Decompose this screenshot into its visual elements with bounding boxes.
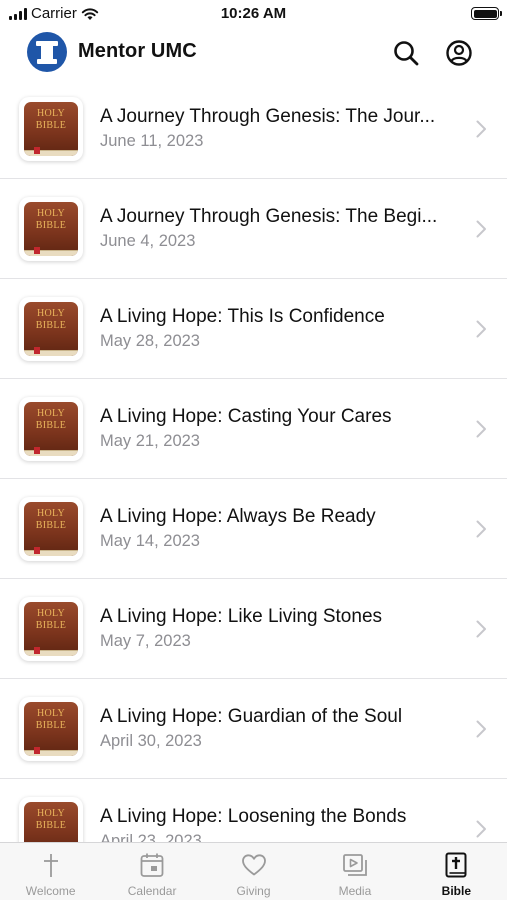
church-logo-icon xyxy=(27,32,67,72)
plan-title: A Living Hope: Always Be Ready xyxy=(100,506,376,527)
plan-date: May 28, 2023 xyxy=(100,332,200,350)
chevron-right-icon xyxy=(476,520,486,538)
tab-bible[interactable]: Bible xyxy=(406,843,507,900)
status-bar: Carrier 10:26 AM xyxy=(0,0,507,30)
chevron-right-icon xyxy=(476,720,486,738)
plan-title: A Living Hope: Loosening the Bonds xyxy=(100,806,407,827)
bible-book-icon: HOLY BIBLE xyxy=(24,702,78,756)
search-icon[interactable] xyxy=(392,39,420,67)
reading-plan-list: HOLY BIBLE A Journey Through Genesis: The… xyxy=(0,79,507,842)
chevron-right-icon xyxy=(476,120,486,138)
plan-thumbnail: HOLY BIBLE xyxy=(19,297,83,361)
plan-title: A Living Hope: Guardian of the Soul xyxy=(100,706,403,727)
plan-title: A Living Hope: This Is Confidence xyxy=(100,306,385,327)
status-time: 10:26 AM xyxy=(220,5,287,22)
plan-thumbnail: HOLY BIBLE xyxy=(19,97,83,161)
bible-book-icon: HOLY BIBLE xyxy=(24,202,78,256)
tab-bar: Welcome Calendar Giving Media Bible xyxy=(0,842,507,900)
plan-title: A Living Hope: Like Living Stones xyxy=(100,606,383,627)
plan-date: June 11, 2023 xyxy=(100,132,204,150)
list-item[interactable]: HOLY BIBLE A Journey Through Genesis: The… xyxy=(0,79,507,179)
plan-thumbnail: HOLY BIBLE xyxy=(19,697,83,761)
tab-label: Bible xyxy=(441,884,471,898)
tab-label: Giving xyxy=(236,884,271,898)
tab-giving[interactable]: Giving xyxy=(203,843,304,900)
bible-book-icon: HOLY BIBLE xyxy=(24,602,78,656)
chevron-right-icon xyxy=(476,620,486,638)
app-header: Mentor UMC xyxy=(0,30,507,86)
bible-book-icon: HOLY BIBLE xyxy=(24,502,78,556)
heart-icon xyxy=(241,854,266,876)
plan-date: June 4, 2023 xyxy=(100,232,196,250)
plan-date: April 23, 2023 xyxy=(100,832,202,842)
list-item[interactable]: HOLY BIBLE A Living Hope: Casting Your Ca… xyxy=(0,379,507,479)
bible-book-icon: HOLY BIBLE xyxy=(24,802,78,842)
plan-thumbnail: HOLY BIBLE xyxy=(19,597,83,661)
list-item[interactable]: HOLY BIBLE A Living Hope: Guardian of the… xyxy=(0,679,507,779)
bible-book-icon: HOLY BIBLE xyxy=(24,402,78,456)
app-title: Mentor UMC xyxy=(78,40,197,62)
calendar-icon xyxy=(140,853,164,877)
bible-book-icon: HOLY BIBLE xyxy=(24,102,78,156)
list-item[interactable]: HOLY BIBLE A Living Hope: Like Living Sto… xyxy=(0,579,507,679)
tab-welcome[interactable]: Welcome xyxy=(0,843,101,900)
plan-title: A Journey Through Genesis: The Begi... xyxy=(100,206,438,227)
battery-icon xyxy=(471,7,502,20)
plan-date: May 21, 2023 xyxy=(100,432,200,450)
account-icon[interactable] xyxy=(445,39,473,67)
tab-calendar[interactable]: Calendar xyxy=(101,843,202,900)
plan-thumbnail: HOLY BIBLE xyxy=(19,197,83,261)
plan-title: A Living Hope: Casting Your Cares xyxy=(100,406,392,427)
tab-label: Media xyxy=(338,884,372,898)
tab-label: Calendar xyxy=(127,884,177,898)
plan-date: May 7, 2023 xyxy=(100,632,191,650)
bible-icon xyxy=(445,852,467,878)
bible-book-icon: HOLY BIBLE xyxy=(24,302,78,356)
media-icon xyxy=(343,854,367,876)
tab-label: Welcome xyxy=(25,884,76,898)
list-item[interactable]: HOLY BIBLE A Living Hope: This Is Confide… xyxy=(0,279,507,379)
cross-icon xyxy=(43,854,58,877)
chevron-right-icon xyxy=(476,320,486,338)
chevron-right-icon xyxy=(476,220,486,238)
plan-date: May 14, 2023 xyxy=(100,532,200,550)
list-item[interactable]: HOLY BIBLE A Living Hope: Loosening the B… xyxy=(0,779,507,842)
list-item[interactable]: HOLY BIBLE A Journey Through Genesis: The… xyxy=(0,179,507,279)
list-item[interactable]: HOLY BIBLE A Living Hope: Always Be Ready… xyxy=(0,479,507,579)
plan-title: A Journey Through Genesis: The Jour... xyxy=(100,106,436,127)
chevron-right-icon xyxy=(476,820,486,838)
plan-date: April 30, 2023 xyxy=(100,732,202,750)
plan-thumbnail: HOLY BIBLE xyxy=(19,397,83,461)
tab-media[interactable]: Media xyxy=(304,843,405,900)
plan-thumbnail: HOLY BIBLE xyxy=(19,497,83,561)
chevron-right-icon xyxy=(476,420,486,438)
plan-thumbnail: HOLY BIBLE xyxy=(19,797,83,842)
